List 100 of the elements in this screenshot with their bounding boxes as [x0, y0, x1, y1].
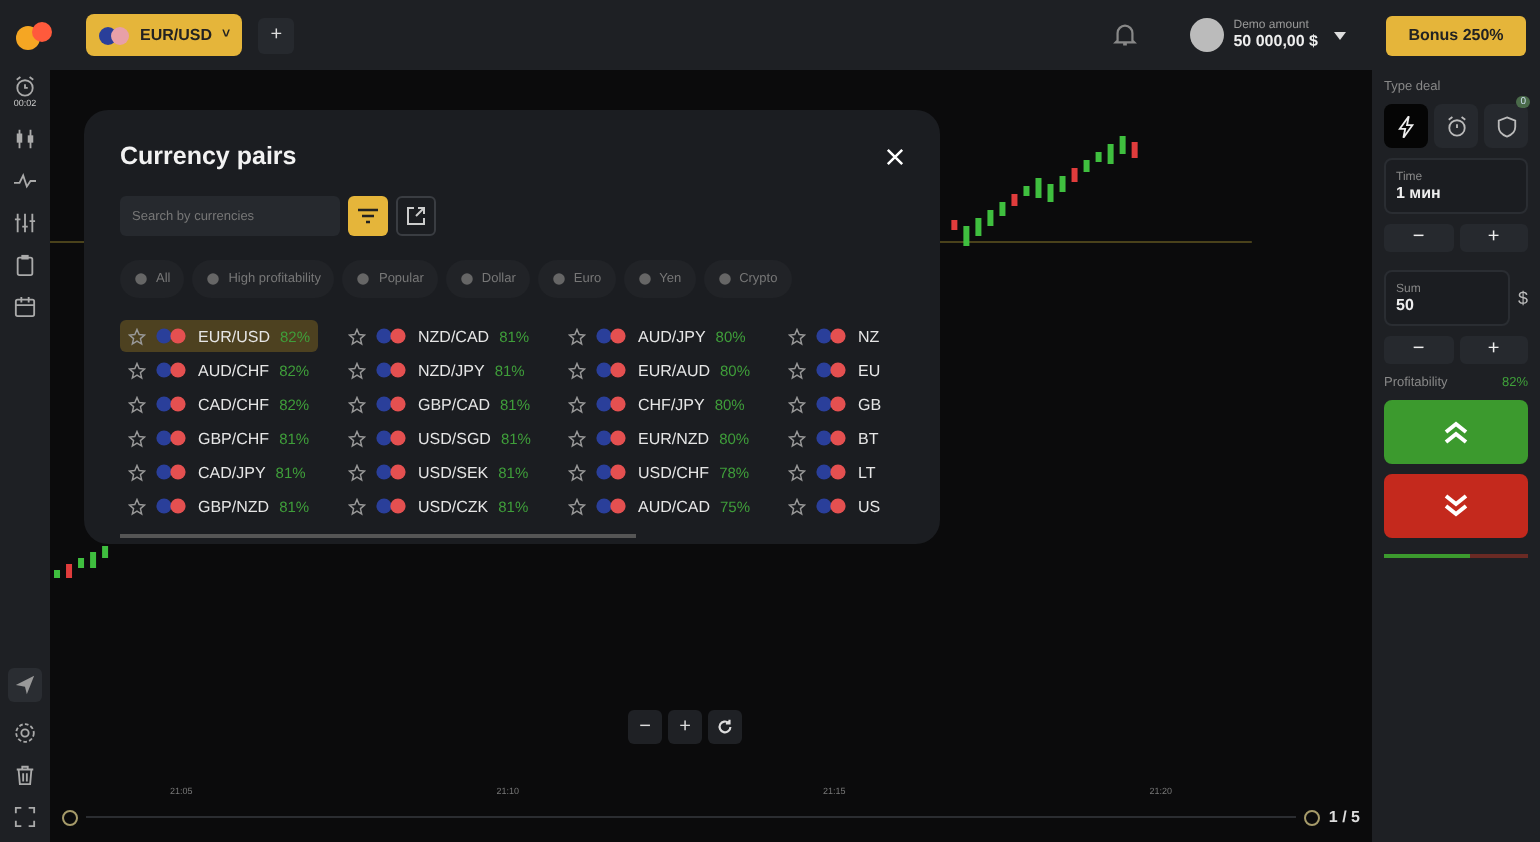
flag-pair-icon [156, 328, 188, 344]
candle [1083, 160, 1090, 172]
star-icon[interactable] [348, 327, 366, 345]
bell-icon[interactable] [1111, 22, 1138, 48]
star-icon[interactable] [128, 497, 146, 515]
star-icon[interactable] [128, 361, 146, 379]
pair-name: GB [858, 395, 882, 413]
bonus-button[interactable]: Bonus 250% [1386, 15, 1526, 55]
higher-button[interactable] [1384, 400, 1528, 464]
star-icon[interactable] [128, 429, 146, 447]
category-icon [134, 272, 148, 286]
star-icon[interactable] [788, 463, 806, 481]
clipboard-icon[interactable] [14, 254, 36, 276]
trash-icon[interactable] [14, 764, 36, 786]
pair-name: EUR/NZD [638, 429, 710, 447]
star-icon[interactable] [568, 395, 586, 413]
fullscreen-icon[interactable] [14, 806, 36, 828]
flag-pair-icon [376, 498, 408, 514]
account-balance[interactable]: 50 000,00 $ [1233, 32, 1318, 50]
external-link-button[interactable] [396, 196, 436, 236]
flag-pair-icon [376, 328, 408, 344]
dropdown-icon[interactable] [1334, 31, 1346, 39]
star-icon[interactable] [788, 327, 806, 345]
star-icon[interactable] [568, 361, 586, 379]
line-chart-icon[interactable] [14, 170, 36, 192]
settings-icon[interactable] [14, 722, 36, 744]
flag-pair-icon [596, 328, 628, 344]
star-icon[interactable] [788, 429, 806, 447]
currency-pair-row[interactable]: US [780, 490, 884, 522]
candle [102, 546, 109, 558]
candle [1095, 152, 1102, 162]
flag-pair-icon [596, 396, 628, 412]
timeline-end-handle[interactable] [1304, 809, 1321, 825]
flag-pair-icon [596, 362, 628, 378]
pair-name: AUD/JPY [638, 327, 706, 345]
flag-pair-icon [156, 464, 188, 480]
pair-name: USD/CHF [638, 463, 710, 481]
category-icon [637, 272, 652, 286]
flag-pair-icon [156, 498, 188, 514]
pair-name: CHF/JPY [638, 395, 705, 413]
star-icon[interactable] [348, 395, 366, 413]
pair-name: AUD/CAD [638, 497, 711, 515]
currency-pair-row[interactable]: GB [780, 388, 884, 420]
zoom-out-button[interactable]: − [628, 710, 662, 744]
filter-button[interactable] [348, 196, 388, 236]
star-icon[interactable] [128, 463, 146, 481]
deal-type-button[interactable] [1434, 104, 1478, 148]
candle [1035, 178, 1042, 198]
star-icon[interactable] [788, 361, 806, 379]
candle [951, 220, 958, 230]
flag-pair-icon [156, 362, 188, 378]
flag-pair-icon [816, 328, 848, 344]
calendar-icon[interactable] [14, 296, 36, 318]
refresh-icon [716, 718, 734, 736]
star-icon[interactable] [568, 429, 586, 447]
avatar[interactable] [1189, 18, 1224, 52]
candle [963, 226, 970, 246]
close-icon[interactable] [886, 147, 904, 165]
currency-pair-row[interactable]: BT [780, 422, 884, 454]
reset-zoom-button[interactable] [708, 710, 742, 744]
star-icon[interactable] [128, 395, 146, 413]
star-icon[interactable] [128, 327, 146, 345]
scrollbar[interactable] [120, 534, 636, 537]
currency-pair-row[interactable]: NZ [780, 320, 884, 352]
lower-button[interactable] [1384, 474, 1528, 538]
flag-pair-icon [376, 464, 408, 480]
candles-icon[interactable] [14, 128, 36, 150]
add-chart-button[interactable]: + [258, 17, 295, 53]
flag-pair-icon [156, 430, 188, 446]
star-icon[interactable] [348, 497, 366, 515]
currency-pair-row[interactable]: EU [780, 354, 884, 386]
currency-symbol: $ [1517, 288, 1528, 308]
alarm-clock-icon [1445, 115, 1467, 137]
flag-pair-icon [816, 362, 848, 378]
timeline-start-handle[interactable] [62, 809, 78, 825]
sliders-icon[interactable] [14, 212, 36, 234]
alarm-clock-icon[interactable] [13, 76, 36, 98]
star-icon[interactable] [788, 395, 806, 413]
flag-pair-icon [596, 498, 628, 514]
currency-pair-row[interactable]: LT [780, 456, 884, 488]
star-icon[interactable] [568, 463, 586, 481]
star-icon[interactable] [348, 463, 366, 481]
shield-icon [1495, 115, 1517, 137]
increase-sum-button[interactable]: + [1459, 336, 1528, 364]
star-icon[interactable] [348, 361, 366, 379]
decrease-sum-button[interactable]: − [1384, 336, 1453, 364]
star-icon[interactable] [788, 497, 806, 515]
send-icon[interactable] [8, 668, 42, 702]
deal-type-button[interactable] [1384, 104, 1428, 148]
flag-pair-icon [596, 430, 628, 446]
star-icon[interactable] [568, 497, 586, 515]
lightning-icon [1397, 115, 1415, 137]
decrease-time-button[interactable]: − [1384, 224, 1453, 252]
dialog-title: Currency pairs [120, 142, 297, 170]
increase-time-button[interactable]: + [1459, 224, 1528, 252]
star-icon[interactable] [568, 327, 586, 345]
star-icon[interactable] [348, 429, 366, 447]
category-icon [356, 272, 371, 286]
candle [1071, 168, 1078, 182]
zoom-in-button[interactable]: + [668, 710, 702, 744]
